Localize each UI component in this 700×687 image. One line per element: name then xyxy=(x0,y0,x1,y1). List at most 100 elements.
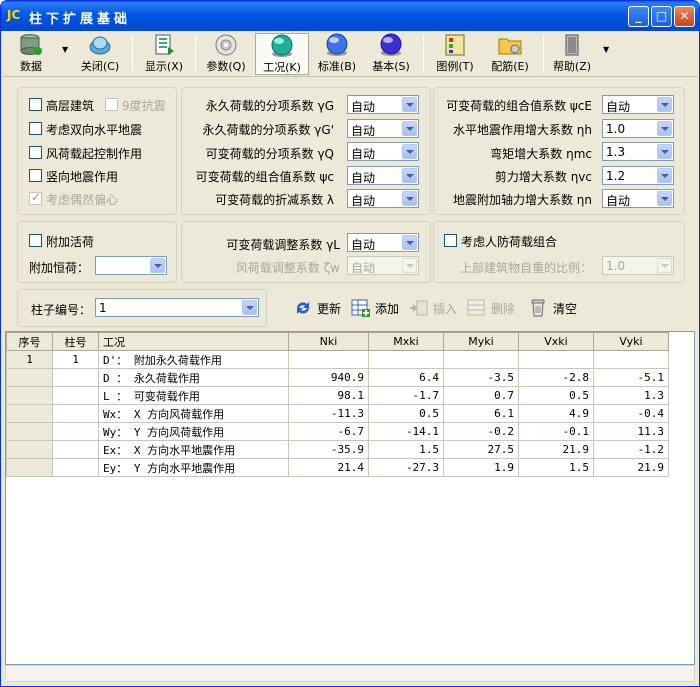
refresh-button[interactable]: 更新 xyxy=(293,297,345,319)
column-id-cell[interactable] xyxy=(52,368,99,387)
column-header[interactable]: 柱号 xyxy=(52,332,99,351)
factor-select[interactable]: 1.2 xyxy=(602,166,674,185)
column-header[interactable]: Nki xyxy=(288,332,369,351)
table-row[interactable]: Wy： Y 方向风荷载作用 -6.7 -14.1 -0.2 -0.1 11.3 xyxy=(6,422,669,441)
column-header[interactable]: Vyki xyxy=(593,332,669,351)
vyki-cell[interactable]: 11.3 xyxy=(593,422,669,441)
vxki-cell[interactable]: 21.9 xyxy=(518,440,594,459)
row-index[interactable] xyxy=(6,422,53,441)
chevron-down-icon[interactable] xyxy=(657,191,672,206)
column-id-cell[interactable] xyxy=(52,386,99,405)
params-button[interactable]: 参数(Q) xyxy=(203,33,249,75)
checkbox-box[interactable] xyxy=(29,98,42,111)
standard-button[interactable]: 标准(B) xyxy=(313,33,361,75)
factor-select[interactable]: 自动 xyxy=(602,95,674,114)
checkbox-box[interactable] xyxy=(29,234,42,247)
chevron-down-icon[interactable] xyxy=(242,300,257,315)
vyki-cell[interactable]: -1.2 xyxy=(593,440,669,459)
column-id-cell[interactable] xyxy=(52,404,99,423)
table-row[interactable]: Ey： Y 方向水平地震作用 21.4 -27.3 1.9 1.5 21.9 xyxy=(6,458,669,477)
myki-cell[interactable] xyxy=(443,350,519,369)
chevron-down-icon[interactable] xyxy=(402,144,417,159)
rebar-button[interactable]: 配筋(E) xyxy=(485,33,535,75)
vyki-cell[interactable] xyxy=(593,350,669,369)
vxki-cell[interactable]: 0.5 xyxy=(518,386,594,405)
nki-cell[interactable]: -35.9 xyxy=(288,440,369,459)
extra-dead-select[interactable] xyxy=(95,256,167,275)
column-id-cell[interactable] xyxy=(52,440,99,459)
column-id-cell[interactable] xyxy=(52,422,99,441)
clear-button[interactable]: 清空 xyxy=(529,297,581,319)
nki-cell[interactable]: 98.1 xyxy=(288,386,369,405)
table-row[interactable]: 1 1 D'： 附加永久荷载作用 xyxy=(6,350,669,369)
live-adjust-select[interactable]: 自动 xyxy=(347,233,419,252)
chevron-down-icon[interactable] xyxy=(402,235,417,250)
horizontal-scrollbar[interactable] xyxy=(5,665,695,682)
myki-cell[interactable]: 27.5 xyxy=(443,440,519,459)
case-button[interactable]: 工况(K) xyxy=(255,33,309,75)
column-id-cell[interactable] xyxy=(52,458,99,477)
myki-cell[interactable]: 0.7 xyxy=(443,386,519,405)
chevron-down-icon[interactable] xyxy=(657,144,672,159)
vyki-cell[interactable]: 21.9 xyxy=(593,458,669,477)
add-button[interactable]: 添加 xyxy=(351,297,403,319)
display-button[interactable]: 显示(X) xyxy=(141,33,187,75)
load-case-cell[interactable]: Wy： Y 方向风荷载作用 xyxy=(98,422,289,441)
table-row[interactable]: Wx： X 方向风荷载作用 -11.3 0.5 6.1 4.9 -0.4 xyxy=(6,404,669,423)
chevron-down-icon[interactable] xyxy=(657,168,672,183)
chevron-down-icon[interactable] xyxy=(402,168,417,183)
chevron-down-icon[interactable] xyxy=(150,258,165,273)
column-number-select[interactable]: 1 xyxy=(95,298,259,317)
mxki-cell[interactable]: 6.4 xyxy=(368,368,444,387)
column-header[interactable]: Myki xyxy=(443,332,519,351)
checkbox-box[interactable] xyxy=(444,234,457,247)
vxki-cell[interactable]: -2.8 xyxy=(518,368,594,387)
factor-select[interactable]: 1.0 xyxy=(602,119,674,138)
nki-cell[interactable]: 21.4 xyxy=(288,458,369,477)
table-row[interactable]: Ex： X 方向水平地震作用 -35.9 1.5 27.5 21.9 -1.2 xyxy=(6,440,669,459)
column-header[interactable]: 工况 xyxy=(98,332,289,351)
vyki-cell[interactable]: -5.1 xyxy=(593,368,669,387)
myki-cell[interactable]: -0.2 xyxy=(443,422,519,441)
table-row[interactable]: L ： 可变荷载作用 98.1 -1.7 0.7 0.5 1.3 xyxy=(6,386,669,405)
factor-select[interactable]: 自动 xyxy=(347,166,419,185)
checkbox-box[interactable] xyxy=(29,146,42,159)
nki-cell[interactable] xyxy=(288,350,369,369)
vxki-cell[interactable]: 1.5 xyxy=(518,458,594,477)
row-index[interactable] xyxy=(6,404,53,423)
row-index[interactable] xyxy=(6,440,53,459)
factor-select[interactable]: 自动 xyxy=(602,189,674,208)
mxki-cell[interactable]: -1.7 xyxy=(368,386,444,405)
factor-select[interactable]: 1.3 xyxy=(602,142,674,161)
column-id-cell[interactable]: 1 xyxy=(52,350,99,369)
load-case-cell[interactable]: L ： 可变荷载作用 xyxy=(98,386,289,405)
row-index[interactable]: 1 xyxy=(6,350,53,369)
maximize-button[interactable]: □ xyxy=(651,6,672,27)
help-button[interactable]: 帮助(Z) xyxy=(549,33,595,75)
vyki-cell[interactable]: 1.3 xyxy=(593,386,669,405)
vyki-cell[interactable]: -0.4 xyxy=(593,404,669,423)
nki-cell[interactable]: -6.7 xyxy=(288,422,369,441)
vxki-cell[interactable]: -0.1 xyxy=(518,422,594,441)
chevron-down-icon[interactable] xyxy=(657,121,672,136)
minimize-button[interactable]: _ xyxy=(628,6,649,27)
row-index[interactable] xyxy=(6,386,53,405)
mxki-cell[interactable]: -27.3 xyxy=(368,458,444,477)
nki-cell[interactable]: 940.9 xyxy=(288,368,369,387)
mxki-cell[interactable] xyxy=(368,350,444,369)
load-case-cell[interactable]: D ： 永久荷载作用 xyxy=(98,368,289,387)
vxki-cell[interactable] xyxy=(518,350,594,369)
factor-select[interactable]: 自动 xyxy=(347,95,419,114)
mxki-cell[interactable]: 1.5 xyxy=(368,440,444,459)
chevron-down-icon[interactable] xyxy=(657,97,672,112)
load-case-cell[interactable]: Ey： Y 方向水平地震作用 xyxy=(98,458,289,477)
myki-cell[interactable]: -3.5 xyxy=(443,368,519,387)
factor-select[interactable]: 自动 xyxy=(347,189,419,208)
close-window-button[interactable]: ✕ xyxy=(674,6,695,27)
help-dropdown-arrow[interactable]: ▼ xyxy=(603,45,609,54)
vxki-cell[interactable]: 4.9 xyxy=(518,404,594,423)
legend-button[interactable]: 图例(T) xyxy=(431,33,479,75)
row-index[interactable] xyxy=(6,458,53,477)
table-row[interactable]: D ： 永久荷载作用 940.9 6.4 -3.5 -2.8 -5.1 xyxy=(6,368,669,387)
mxki-cell[interactable]: -14.1 xyxy=(368,422,444,441)
